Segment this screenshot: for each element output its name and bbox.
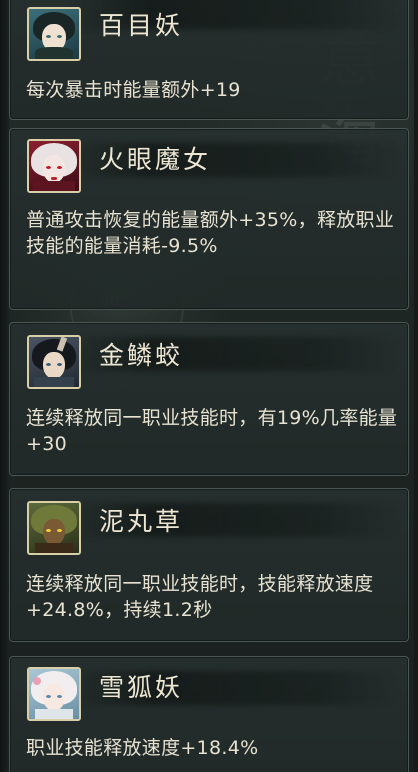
monster-card[interactable]: 火眼魔女 普通攻击恢复的能量额外+35%，释放职业技能的能量消耗-9.5% [9,128,409,310]
monster-card[interactable]: 金鳞蛟 连续释放同一职业技能时，有19%几率能量+30 [9,322,409,476]
monster-card[interactable]: 百目妖 每次暴击时能量额外+19 [9,0,409,120]
left-edge [0,0,9,772]
snow-fox-demon-portrait-icon [27,667,81,721]
monster-name: 雪狐妖 [99,673,184,702]
monster-effect: 职业技能释放速度+18.4% [26,737,259,759]
monster-name: 火眼魔女 [99,145,212,174]
talent-list-screen: 意 海 60 百目妖 每次暴击时能量额外+19 [0,0,418,772]
fire-eye-witch-portrait-icon [27,139,81,193]
golden-scale-dragon-portrait-icon [27,335,81,389]
hundred-eyes-demon-portrait-icon [27,7,81,61]
right-edge [414,0,418,772]
monster-card[interactable]: 泥丸草 连续释放同一职业技能时，技能释放速度+24.8%，持续1.2秒 [9,488,409,642]
monster-name: 泥丸草 [99,507,184,536]
monster-effect: 连续释放同一职业技能时，有19%几率能量+30 [26,407,398,455]
monster-card[interactable]: 雪狐妖 职业技能释放速度+18.4% [9,656,409,772]
monster-effect: 每次暴击时能量额外+19 [26,79,241,101]
monster-effect: 连续释放同一职业技能时，技能释放速度+24.8%，持续1.2秒 [26,573,374,621]
monster-name: 百目妖 [99,11,184,40]
mud-pill-grass-portrait-icon [27,501,81,555]
monster-name: 金鳞蛟 [99,341,184,370]
monster-effect: 普通攻击恢复的能量额外+35%，释放职业技能的能量消耗-9.5% [26,209,395,257]
